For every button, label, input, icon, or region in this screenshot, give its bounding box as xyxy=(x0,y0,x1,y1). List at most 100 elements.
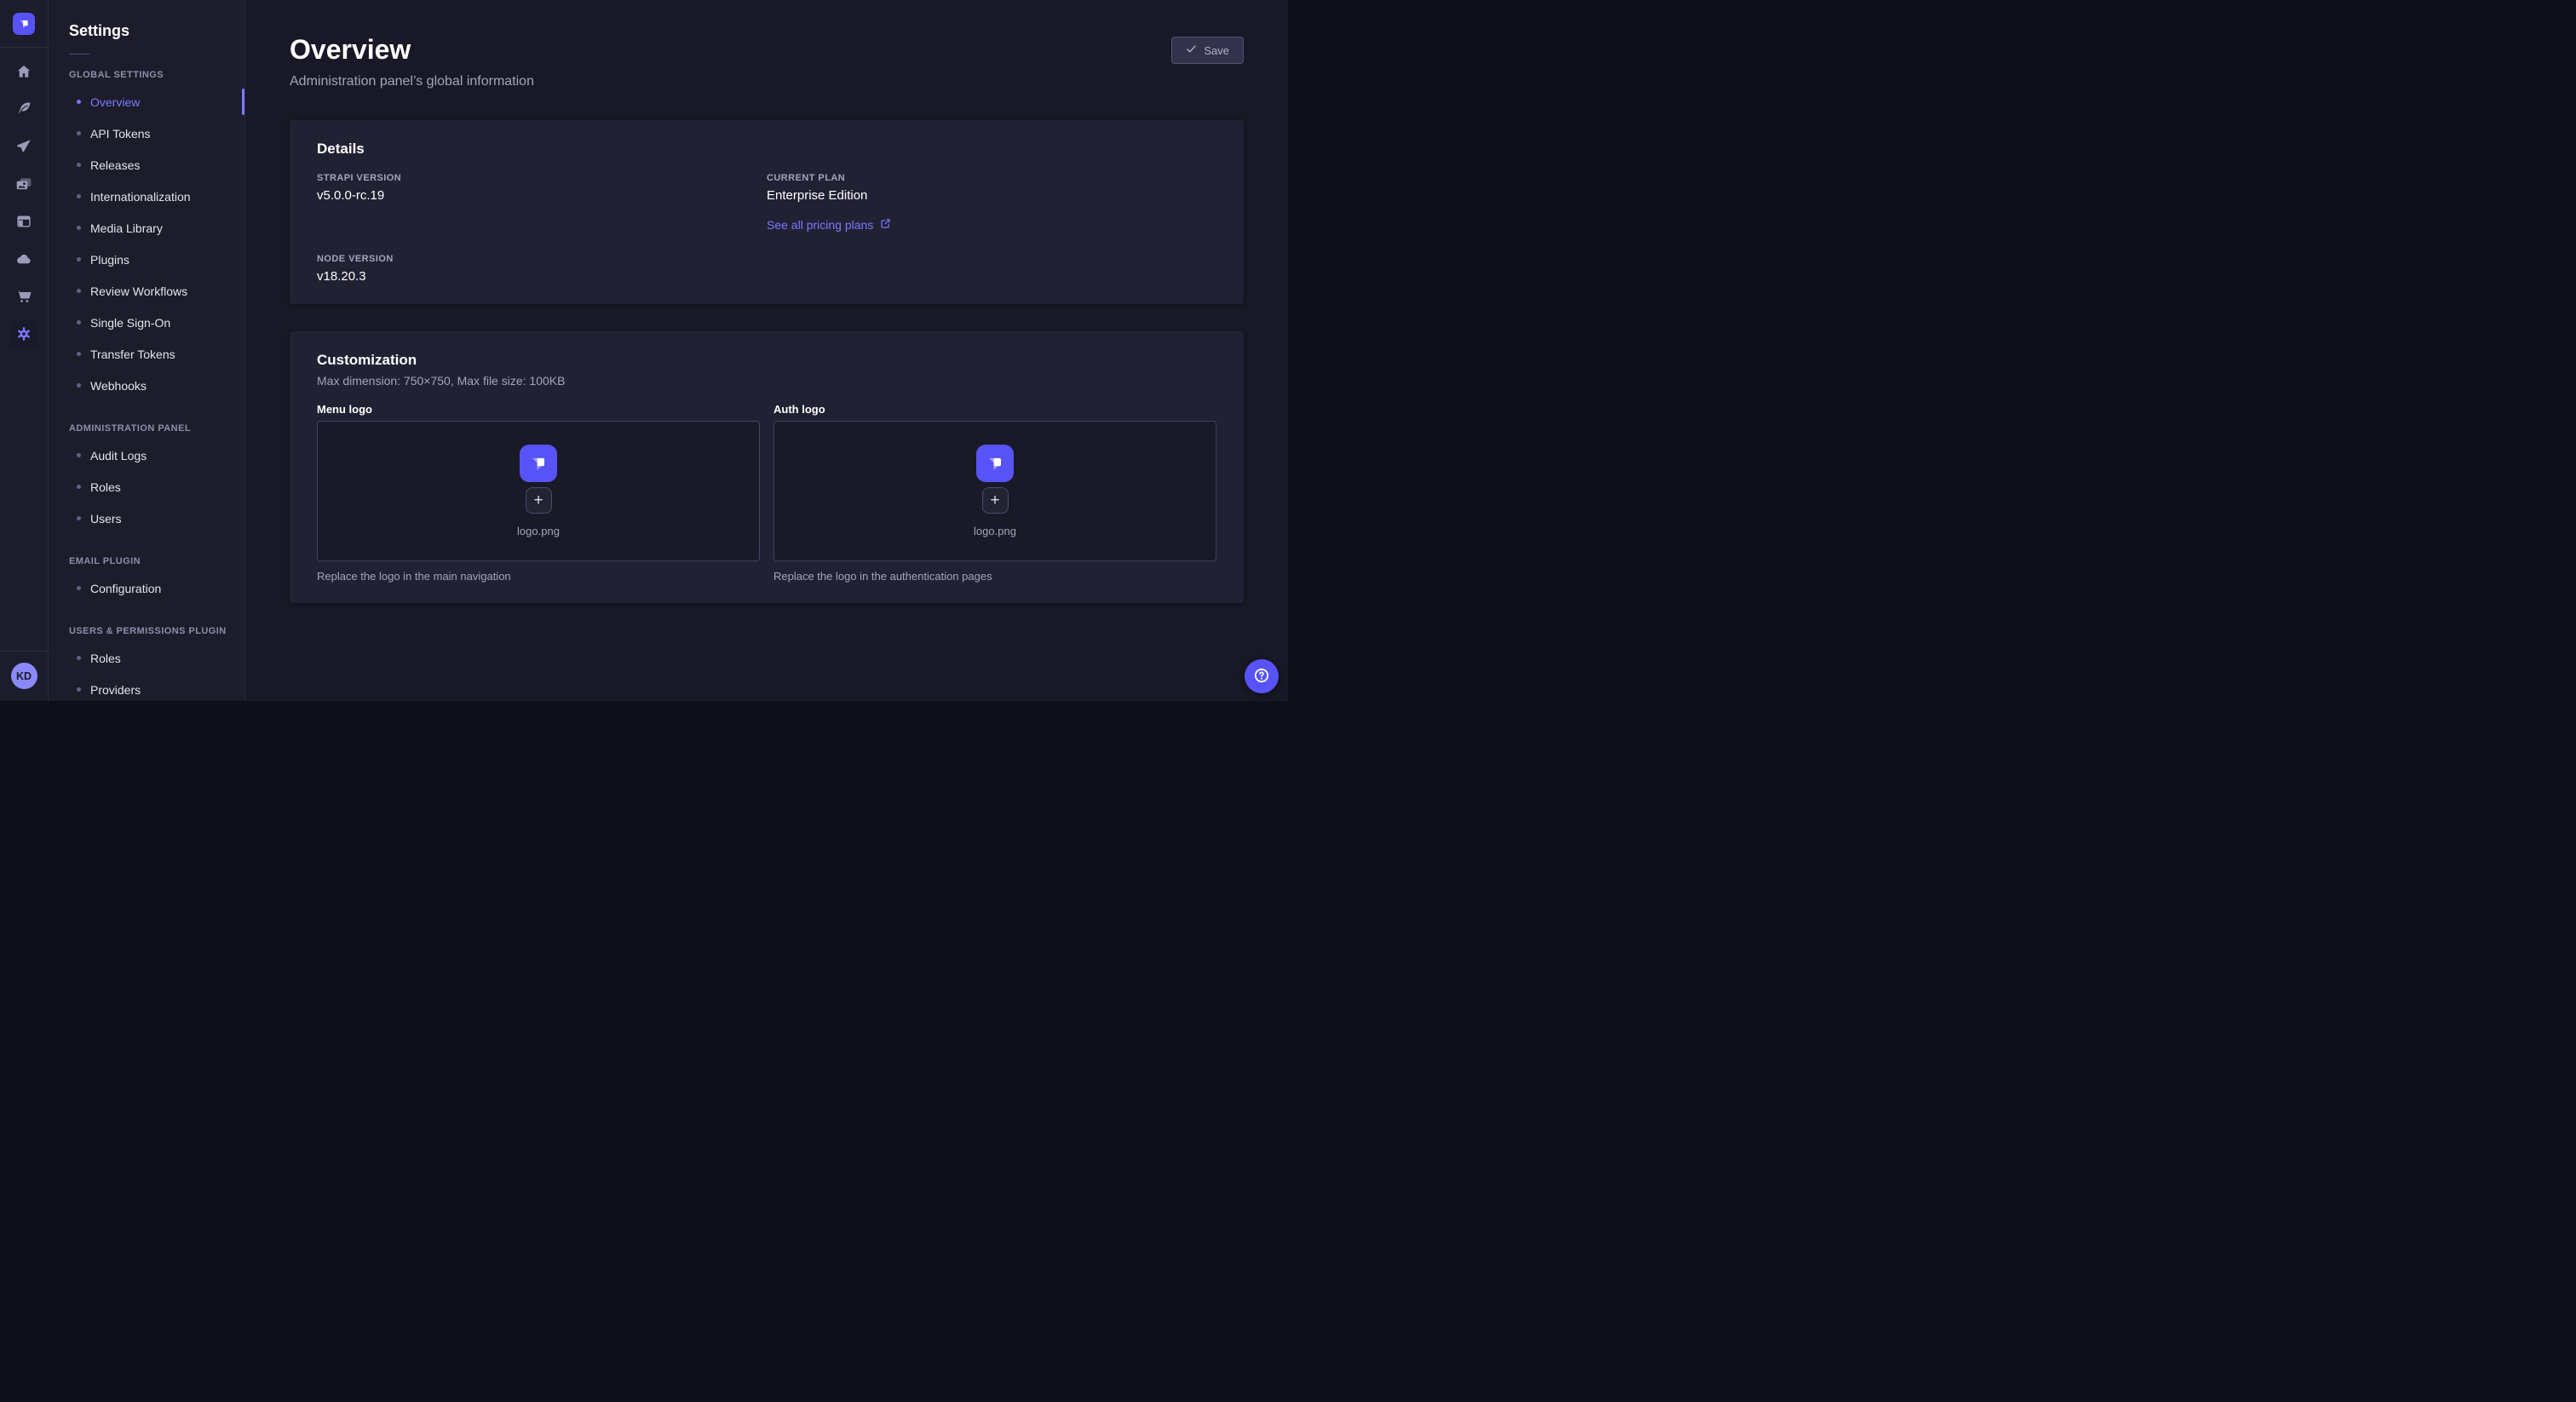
gear-icon xyxy=(15,325,32,342)
logo-filename: logo.png xyxy=(517,525,560,537)
sidebar-item-label: Overview xyxy=(90,95,140,109)
field-value: Enterprise Edition xyxy=(767,188,1216,203)
nav-section-items: Audit Logs Roles Users xyxy=(49,440,244,534)
upload-label: Menu logo xyxy=(317,403,760,416)
bullet-icon xyxy=(77,100,81,104)
field-label: NODE VERSION xyxy=(317,254,767,264)
logo-filename: logo.png xyxy=(974,525,1016,537)
sidebar-item-webhooks[interactable]: Webhooks xyxy=(49,370,244,401)
sidebar-item-label: Roles xyxy=(90,480,121,494)
sidebar-item-roles[interactable]: Roles xyxy=(49,642,244,674)
sidebar-item-api-tokens[interactable]: API Tokens xyxy=(49,118,244,149)
bullet-icon xyxy=(77,383,81,388)
sidebar-item-transfer-tokens[interactable]: Transfer Tokens xyxy=(49,338,244,370)
strapi-logo-preview xyxy=(976,445,1014,482)
nav-section-global-settings: Global Settings Overview API TokensRelease… xyxy=(49,70,244,401)
sidebar-item-configuration[interactable]: Configuration xyxy=(49,572,244,604)
pricing-plans-link[interactable]: See all pricing plans xyxy=(767,218,891,232)
sidebar-item-single-sign-on[interactable]: Single Sign-On xyxy=(49,307,244,338)
sidebar-item-overview[interactable]: Overview xyxy=(49,86,244,118)
page-title: Overview xyxy=(290,34,534,66)
rail-item-home[interactable] xyxy=(10,58,37,85)
sidebar-title-divider xyxy=(69,54,89,55)
auth-logo-dropzone[interactable]: + logo.png xyxy=(773,421,1216,561)
sidebar-item-audit-logs[interactable]: Audit Logs xyxy=(49,440,244,471)
details-heading: Details xyxy=(317,141,1216,158)
rail-item-content-manager[interactable] xyxy=(10,95,37,123)
rail-item-marketplace[interactable] xyxy=(10,283,37,310)
rail-item-content-type-builder[interactable] xyxy=(10,208,37,235)
bullet-icon xyxy=(77,516,81,520)
save-button-label: Save xyxy=(1204,44,1229,57)
field-value: v18.20.3 xyxy=(317,269,767,284)
nav-rail: KD xyxy=(0,0,49,701)
rail-bottom: KD xyxy=(0,651,48,701)
nav-section-label: Users & Permissions Plugin xyxy=(69,626,244,636)
customization-heading: Customization xyxy=(317,352,1216,369)
settings-nav: Global Settings Overview API TokensRelease… xyxy=(49,70,244,701)
strapi-logo-preview xyxy=(520,445,557,482)
add-auth-logo-button[interactable]: + xyxy=(982,487,1009,514)
bullet-icon xyxy=(77,485,81,489)
sidebar-item-label: Single Sign-On xyxy=(90,316,170,330)
field-label: CURRENT PLAN xyxy=(767,173,1216,183)
nav-section-administration-panel: Administration PanelAudit LogsRolesUsers xyxy=(49,423,244,534)
sidebar-item-providers[interactable]: Providers xyxy=(49,674,244,701)
customization-card: Customization Max dimension: 750×750, Ma… xyxy=(290,331,1244,603)
sidebar-item-users[interactable]: Users xyxy=(49,503,244,534)
sidebar-item-label: Roles xyxy=(90,652,121,665)
node-version-field: NODE VERSION v18.20.3 xyxy=(317,254,767,284)
settings-sidebar: Settings Global Settings Overview API Toke… xyxy=(49,0,245,701)
sidebar-item-review-workflows[interactable]: Review Workflows xyxy=(49,275,244,307)
sidebar-item-label: Plugins xyxy=(90,253,129,267)
check-icon xyxy=(1186,43,1197,57)
rail-item-media-library[interactable] xyxy=(10,170,37,198)
field-label: STRAPI VERSION xyxy=(317,173,767,183)
main-content: Overview Administration panel’s global i… xyxy=(245,0,1288,701)
paper-plane-icon xyxy=(15,138,32,155)
page-header: Overview Administration panel’s global i… xyxy=(290,34,1244,89)
details-card: Details STRAPI VERSION v5.0.0-rc.19 CURR… xyxy=(290,120,1244,304)
strapi-admin-settings: KD Settings Global Settings Overview API T… xyxy=(0,0,1288,701)
avatar[interactable]: KD xyxy=(11,663,37,689)
bullet-icon xyxy=(77,586,81,590)
sidebar-item-plugins[interactable]: Plugins xyxy=(49,244,244,275)
add-menu-logo-button[interactable]: + xyxy=(526,487,552,514)
sidebar-item-releases[interactable]: Releases xyxy=(49,149,244,181)
current-plan-field: CURRENT PLAN Enterprise Edition See all … xyxy=(767,173,1216,233)
save-button[interactable]: Save xyxy=(1171,37,1244,64)
bullet-icon xyxy=(77,226,81,230)
sidebar-item-label: Review Workflows xyxy=(90,284,187,298)
bullet-icon xyxy=(77,352,81,356)
bullet-icon xyxy=(77,194,81,198)
customization-constraints: Max dimension: 750×750, Max file size: 1… xyxy=(317,374,1216,388)
sidebar-item-internationalization[interactable]: Internationalization xyxy=(49,181,244,212)
strapi-version-field: STRAPI VERSION v5.0.0-rc.19 xyxy=(317,173,767,233)
rail-item-cloud[interactable] xyxy=(10,245,37,273)
help-button[interactable] xyxy=(1245,659,1279,693)
upload-label: Auth logo xyxy=(773,403,1216,416)
nav-section-items: Overview API TokensReleasesInternationali… xyxy=(49,86,244,401)
cart-icon xyxy=(15,288,32,305)
bullet-icon xyxy=(77,656,81,660)
auth-logo-upload: Auth logo + logo.png Replace the logo in… xyxy=(773,403,1216,583)
menu-logo-dropzone[interactable]: + logo.png xyxy=(317,421,760,561)
rail-item-releases[interactable] xyxy=(10,133,37,160)
rail-item-settings[interactable] xyxy=(10,320,37,348)
sidebar-item-label: Users xyxy=(90,512,122,526)
details-grid: STRAPI VERSION v5.0.0-rc.19 CURRENT PLAN… xyxy=(317,173,1216,284)
upload-caption: Replace the logo in the main navigation xyxy=(317,570,760,583)
sidebar-title: Settings xyxy=(69,22,244,40)
sidebar-item-roles[interactable]: Roles xyxy=(49,471,244,503)
images-icon xyxy=(15,175,32,192)
sidebar-item-media-library[interactable]: Media Library xyxy=(49,212,244,244)
strapi-logo-icon[interactable] xyxy=(13,13,35,35)
bullet-icon xyxy=(77,163,81,167)
nav-section-label: Global Settings xyxy=(69,70,244,80)
nav-section-label: Email Plugin xyxy=(69,556,244,566)
bullet-icon xyxy=(77,320,81,325)
field-value: v5.0.0-rc.19 xyxy=(317,188,767,203)
sidebar-item-label: Audit Logs xyxy=(90,449,147,463)
bullet-icon xyxy=(77,131,81,135)
sidebar-item-label: Configuration xyxy=(90,582,161,595)
